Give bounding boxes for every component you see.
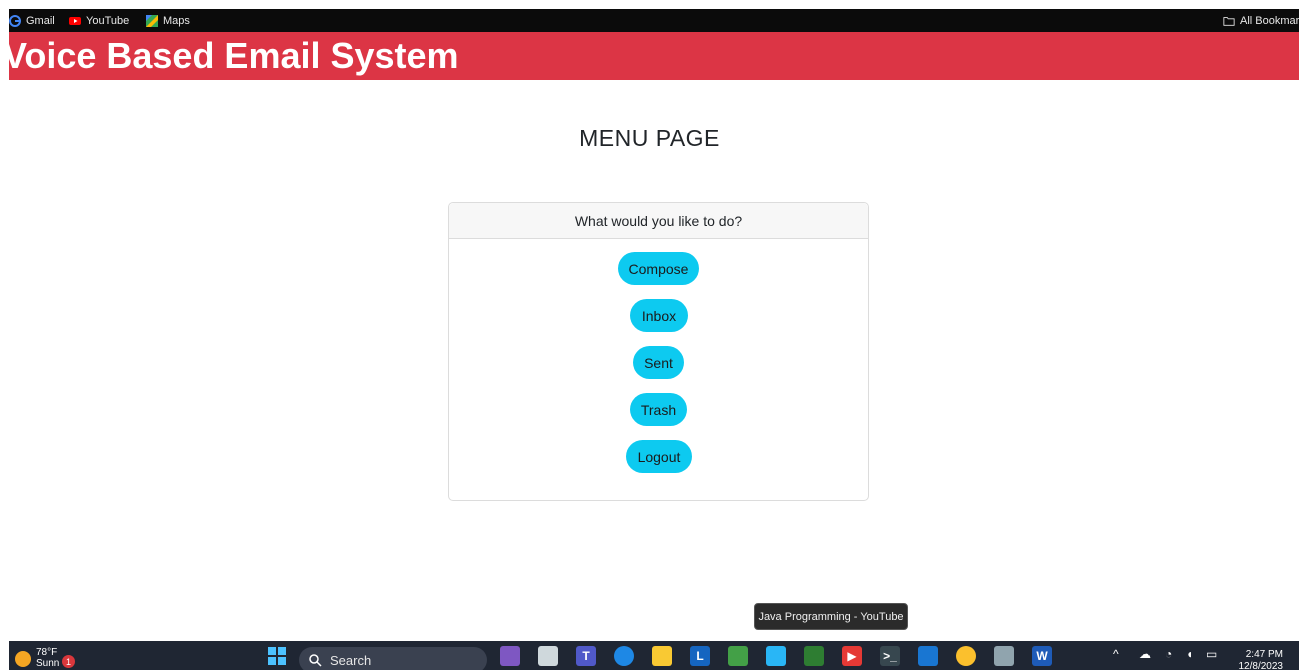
card-header: What would you like to do?	[449, 203, 868, 239]
chrome-icon[interactable]	[956, 646, 976, 666]
youtube-icon	[69, 16, 81, 25]
weather-desc: Sunn	[36, 658, 60, 669]
file-explorer-icon[interactable]	[652, 646, 672, 666]
terminal-icon[interactable]: >_	[880, 646, 900, 666]
inbox-button[interactable]: Inbox	[630, 299, 688, 332]
search-placeholder: Search	[330, 652, 372, 668]
weather-temp: 78°F	[36, 647, 58, 658]
snipping-tool-icon[interactable]	[994, 646, 1014, 666]
bookmark-label: YouTube	[86, 14, 130, 27]
all-bookmarks[interactable]: All Bookmar	[1223, 9, 1299, 32]
teams-icon[interactable]: T	[576, 646, 596, 666]
battery-icon[interactable]: ▭	[1206, 647, 1217, 661]
logout-button[interactable]: Logout	[626, 440, 692, 473]
sun-icon	[15, 651, 31, 667]
sent-button[interactable]: Sent	[633, 346, 684, 379]
word-icon[interactable]: W	[1032, 646, 1052, 666]
copilot-icon[interactable]	[500, 646, 520, 666]
git-icon[interactable]	[728, 646, 748, 666]
clock-date: 12/8/2023	[1238, 661, 1284, 670]
bookmark-label: Maps	[163, 14, 190, 27]
task-view-icon[interactable]	[538, 646, 558, 666]
app-header: Voice Based Email System	[9, 32, 1299, 80]
menu-card: What would you like to do? Compose Inbox…	[448, 202, 869, 501]
clock-time: 2:47 PM	[1245, 649, 1283, 660]
youtube-taskbar-icon[interactable]: ▶	[842, 646, 862, 666]
taskbar-clock[interactable]: 2:47 PM 12/8/2023	[1231, 649, 1284, 670]
cloud-icon[interactable]: ☁	[1139, 647, 1151, 661]
bookmark-youtube[interactable]: YouTube	[69, 9, 129, 32]
windows-start-icon[interactable]	[267, 646, 287, 666]
play-app-icon[interactable]	[804, 646, 824, 666]
taskbar-tooltip: Java Programming - YouTube	[754, 603, 908, 630]
maps-icon	[146, 14, 158, 27]
compose-button[interactable]: Compose	[618, 252, 699, 285]
search-icon	[309, 653, 322, 667]
bookmark-gmail[interactable]: Gmail	[9, 9, 55, 32]
bookmark-maps[interactable]: Maps	[146, 9, 190, 32]
store-icon[interactable]	[766, 646, 786, 666]
page-title: MENU PAGE	[579, 125, 720, 151]
notification-badge: 1	[62, 655, 75, 668]
bookmarks-bar: Gmail YouTube Maps All Bookmar	[9, 9, 1299, 32]
all-bookmarks-label: All Bookmar	[1240, 14, 1299, 27]
google-icon	[9, 14, 21, 27]
vscode-icon[interactable]	[918, 646, 938, 666]
volume-icon[interactable]: ◖	[1186, 647, 1193, 661]
trash-button[interactable]: Trash	[630, 393, 687, 426]
taskbar-search[interactable]: Search	[299, 647, 487, 670]
bookmark-label: Gmail	[26, 14, 55, 27]
edge-icon[interactable]	[614, 646, 634, 666]
wifi-icon[interactable]: ◔	[1165, 647, 1172, 661]
taskbar: 78°F Sunn 1 Search T L ▶ >_ W ^ ☁ ◔ ◖ ▭ …	[9, 641, 1299, 670]
app-title: Voice Based Email System	[9, 35, 459, 76]
chevron-up-icon[interactable]: ^	[1113, 647, 1119, 661]
folder-icon	[1223, 16, 1235, 26]
l-app-icon[interactable]: L	[690, 646, 710, 666]
weather-widget[interactable]: 78°F Sunn	[15, 647, 59, 669]
